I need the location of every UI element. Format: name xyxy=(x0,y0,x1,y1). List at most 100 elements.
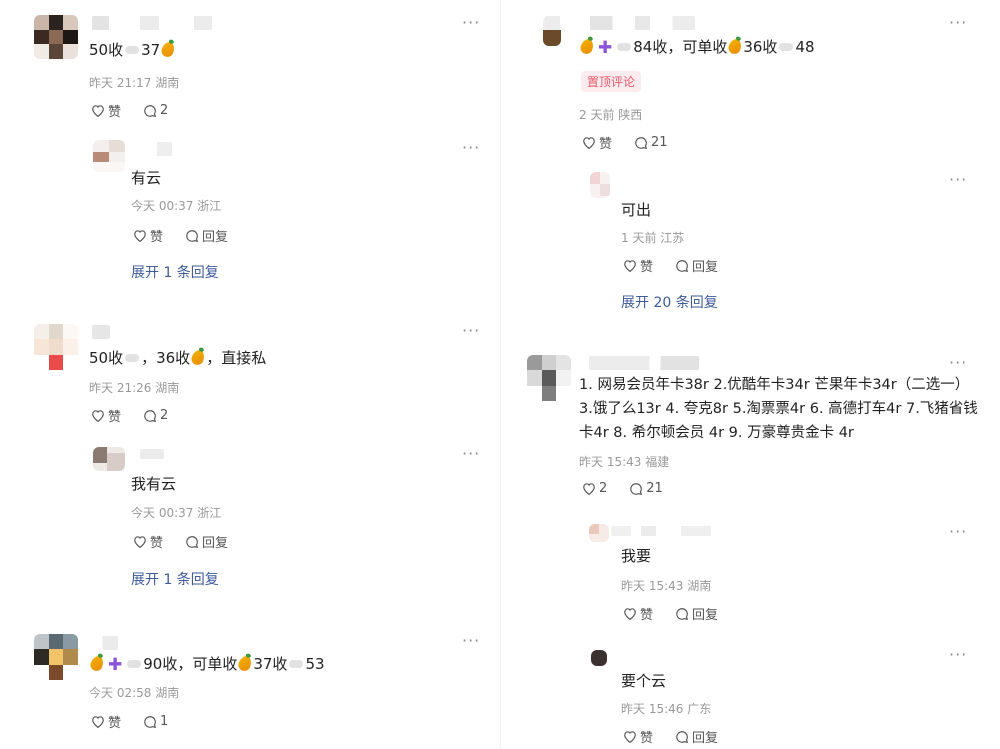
reply-meta: 今天 00:37 浙江 xyxy=(131,199,222,213)
like-button[interactable]: 赞 xyxy=(133,226,163,245)
like-label: 赞 xyxy=(599,137,613,152)
comment-tail: ，直接私 xyxy=(206,349,267,367)
reply-button[interactable]: 21 xyxy=(634,135,668,150)
username-blurred xyxy=(92,16,212,30)
avatar[interactable] xyxy=(34,15,78,59)
comment-stat: 90收，可单收 xyxy=(143,655,238,673)
reply-label: 回复 xyxy=(692,731,719,746)
comment-stat: 37收 xyxy=(253,655,288,673)
more-options-icon[interactable]: ··· xyxy=(462,446,480,462)
reply-label: 回复 xyxy=(692,608,719,623)
reply-button[interactable]: 1 xyxy=(143,714,168,729)
heart-icon xyxy=(92,716,104,728)
more-options-icon[interactable]: ··· xyxy=(949,15,967,31)
reply-count: 2 xyxy=(160,408,169,423)
more-options-icon[interactable]: ··· xyxy=(949,647,967,663)
like-button[interactable]: 2 xyxy=(582,481,607,496)
username-blurred xyxy=(142,142,172,156)
comment-stat: 36收 xyxy=(743,38,778,56)
reply-label: 回复 xyxy=(692,260,719,275)
comment-stat: ，36收 xyxy=(141,349,191,367)
more-options-icon[interactable]: ··· xyxy=(949,355,967,371)
comment-meta: 昨天 21:26 湖南 xyxy=(89,381,180,395)
mango-emoji-icon xyxy=(727,37,744,56)
like-label: 赞 xyxy=(108,105,122,120)
like-button[interactable]: 赞 xyxy=(623,604,653,623)
comment-bubble-icon xyxy=(635,136,648,149)
comment-meta: 今天 02:58 湖南 xyxy=(89,686,180,700)
like-button[interactable]: 赞 xyxy=(582,133,612,152)
reply-button[interactable]: 2 xyxy=(143,408,168,423)
cloud-emoji-icon xyxy=(289,660,304,668)
avatar[interactable] xyxy=(589,524,609,542)
mango-emoji-icon xyxy=(578,37,596,56)
comment-bubble-icon xyxy=(676,607,689,620)
comment-bubble-icon xyxy=(676,730,689,743)
avatar[interactable] xyxy=(93,140,125,172)
like-button[interactable]: 赞 xyxy=(623,256,653,275)
cloud-emoji-icon xyxy=(125,46,140,54)
more-options-icon[interactable]: ··· xyxy=(462,633,480,649)
mango-emoji-icon xyxy=(88,654,106,673)
like-button[interactable]: 赞 xyxy=(91,406,121,425)
username-blurred xyxy=(589,356,699,370)
like-button[interactable]: 赞 xyxy=(133,532,163,551)
more-options-icon[interactable]: ··· xyxy=(462,140,480,156)
reply-button[interactable]: 回复 xyxy=(185,532,228,551)
heart-icon xyxy=(583,483,595,495)
like-label: 赞 xyxy=(640,260,654,275)
heart-icon xyxy=(134,230,146,242)
more-options-icon[interactable]: ··· xyxy=(949,172,967,188)
reply-text: 要个云 xyxy=(621,672,667,690)
comment-text: ✚ 90收，可单收 37收 53 xyxy=(88,653,325,675)
username-blurred xyxy=(140,449,164,459)
like-button[interactable]: 赞 xyxy=(623,727,653,746)
username-blurred xyxy=(545,16,695,30)
cloud-emoji-icon xyxy=(617,43,632,51)
reply-label: 回复 xyxy=(202,230,229,245)
reply-button[interactable]: 回复 xyxy=(675,604,718,623)
mango-emoji-icon xyxy=(189,348,207,367)
username-blurred xyxy=(611,526,711,536)
comment-text: 1. 网易会员年卡38r 2.优酷年卡34r 芒果年卡34r（二选一） 3.饿了… xyxy=(579,377,978,441)
like-label: 赞 xyxy=(640,731,654,746)
like-button[interactable]: 赞 xyxy=(91,101,121,120)
left-comment-column: ··· 50收 37 昨天 21:17 湖南 赞 2 ··· 有云 今天 00:3… xyxy=(0,0,500,749)
expand-replies-link[interactable]: 展开 20 条回复 xyxy=(621,292,718,312)
more-options-icon[interactable]: ··· xyxy=(462,323,480,339)
like-label: 赞 xyxy=(108,410,122,425)
like-label: 赞 xyxy=(640,608,654,623)
comment-actions: 2 21 xyxy=(582,481,663,496)
avatar[interactable] xyxy=(34,634,78,680)
avatar[interactable] xyxy=(34,324,78,370)
more-options-icon[interactable]: ··· xyxy=(949,524,967,540)
comment-text: 50收 37 xyxy=(89,39,177,60)
reply-button[interactable]: 回复 xyxy=(675,256,718,275)
reply-meta: 1 天前 江苏 xyxy=(621,231,685,245)
mango-emoji-icon xyxy=(237,654,254,673)
reply-button[interactable]: 回复 xyxy=(675,727,718,746)
comment-bubble-icon xyxy=(630,482,643,495)
reply-button[interactable]: 21 xyxy=(629,481,663,496)
username-blurred xyxy=(92,325,110,339)
reply-count: 21 xyxy=(646,481,663,496)
more-options-icon[interactable]: ··· xyxy=(462,15,480,31)
reply-button[interactable]: 2 xyxy=(143,103,168,118)
reply-button[interactable]: 回复 xyxy=(185,226,228,245)
comment-actions: 赞 1 xyxy=(91,712,168,731)
avatar[interactable] xyxy=(590,172,610,198)
expand-replies-link[interactable]: 展开 1 条回复 xyxy=(131,569,219,589)
heart-icon xyxy=(583,137,595,149)
comment-bubble-icon xyxy=(144,715,157,728)
avatar[interactable] xyxy=(93,447,125,471)
reply-actions: 赞 回复 xyxy=(623,604,718,623)
heart-icon xyxy=(134,536,146,548)
reply-text: 我有云 xyxy=(131,475,177,493)
comment-bubble-icon xyxy=(144,104,157,117)
heart-icon xyxy=(92,410,104,422)
avatar[interactable] xyxy=(527,355,571,401)
avatar[interactable] xyxy=(591,650,607,666)
expand-replies-link[interactable]: 展开 1 条回复 xyxy=(131,262,219,282)
username-blurred xyxy=(92,636,118,650)
like-button[interactable]: 赞 xyxy=(91,712,121,731)
